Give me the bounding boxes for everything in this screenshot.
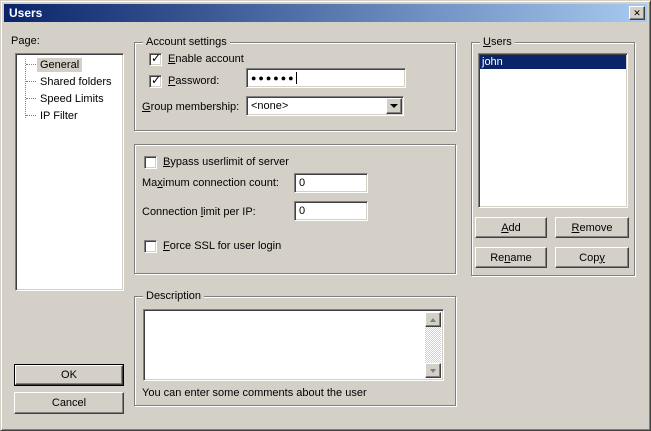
connection-limit-per-ip-input[interactable]: 0: [294, 201, 368, 221]
max-connection-count-input[interactable]: 0: [294, 173, 368, 193]
page-label: Page:: [11, 35, 40, 48]
bypass-userlimit-checkbox-row[interactable]: ✓ Bypass userlimit of server: [144, 155, 289, 169]
scroll-down-button[interactable]: [425, 363, 441, 378]
dropdown-button[interactable]: [386, 98, 402, 114]
max-connection-count-label: Maximum connection count:: [142, 177, 279, 190]
scroll-up-button[interactable]: [425, 312, 441, 327]
checkmark-icon: ✓: [151, 51, 161, 65]
remove-button[interactable]: Remove: [555, 217, 629, 238]
password-checkbox-row[interactable]: ✓ Password:: [149, 74, 219, 88]
window-title: Users: [9, 6, 42, 20]
tree-item-label[interactable]: Shared folders: [37, 75, 115, 89]
force-ssl-label: Force SSL for user login: [163, 240, 281, 252]
page-tree: General Shared folders Speed Limits IP F…: [15, 53, 124, 291]
user-name: john: [482, 56, 503, 68]
tree-item-label[interactable]: Speed Limits: [37, 92, 107, 106]
ok-button-ring: OK: [14, 364, 124, 386]
chevron-down-icon: [390, 104, 398, 108]
force-ssl-checkbox[interactable]: ✓: [144, 240, 157, 253]
tree-item-speed-limits[interactable]: Speed Limits: [18, 90, 121, 107]
enable-account-label: Enable account: [168, 53, 244, 65]
close-button[interactable]: ✕: [629, 6, 645, 20]
password-input[interactable]: ●●●●●●: [246, 68, 406, 88]
password-label: Password:: [168, 75, 219, 87]
scroll-up-icon: [430, 318, 436, 322]
ok-button[interactable]: OK: [15, 365, 123, 385]
bypass-userlimit-checkbox[interactable]: ✓: [144, 156, 157, 169]
description-scrollbar[interactable]: [425, 312, 441, 378]
cancel-button[interactable]: Cancel: [14, 392, 124, 414]
max-connection-count-value: 0: [299, 177, 305, 189]
description-hint: You can enter some comments about the us…: [142, 387, 367, 400]
text-caret: [296, 72, 297, 84]
connection-limit-per-ip-label: Connection limit per IP:: [142, 206, 256, 219]
password-value: ●●●●●●: [251, 73, 296, 83]
close-icon: ✕: [633, 9, 641, 18]
title-bar[interactable]: Users ✕: [4, 4, 647, 22]
description-title: Description: [143, 290, 204, 303]
checkmark-icon: ✓: [151, 73, 161, 87]
enable-account-checkbox[interactable]: ✓: [149, 53, 162, 66]
rename-button[interactable]: Rename: [475, 247, 547, 268]
group-membership-value: <none>: [251, 100, 288, 112]
copy-button[interactable]: Copy: [555, 247, 629, 268]
users-dialog: Users ✕ Page: General Shared folders Spe…: [0, 0, 651, 431]
users-listbox[interactable]: john: [478, 53, 628, 208]
tree-item-label[interactable]: General: [37, 58, 82, 72]
group-membership-label: Group membership:: [142, 101, 239, 114]
group-membership-select[interactable]: <none>: [246, 96, 404, 116]
password-checkbox[interactable]: ✓: [149, 75, 162, 88]
add-button[interactable]: Add: [475, 217, 547, 238]
tree-item-shared-folders[interactable]: Shared folders: [18, 73, 121, 90]
account-settings-title: Account settings: [143, 36, 230, 49]
force-ssl-checkbox-row[interactable]: ✓ Force SSL for user login: [144, 239, 281, 253]
enable-account-checkbox-row[interactable]: ✓ Enable account: [149, 52, 244, 66]
description-textarea[interactable]: [143, 309, 444, 381]
user-list-item[interactable]: john: [480, 55, 626, 69]
tree-item-label[interactable]: IP Filter: [37, 109, 81, 123]
connection-limit-per-ip-value: 0: [299, 205, 305, 217]
tree-item-ip-filter[interactable]: IP Filter: [18, 107, 121, 124]
users-group-title: Users: [480, 36, 515, 49]
tree-item-general[interactable]: General: [18, 56, 121, 73]
bypass-userlimit-label: Bypass userlimit of server: [163, 156, 289, 168]
scroll-down-icon: [430, 369, 436, 373]
